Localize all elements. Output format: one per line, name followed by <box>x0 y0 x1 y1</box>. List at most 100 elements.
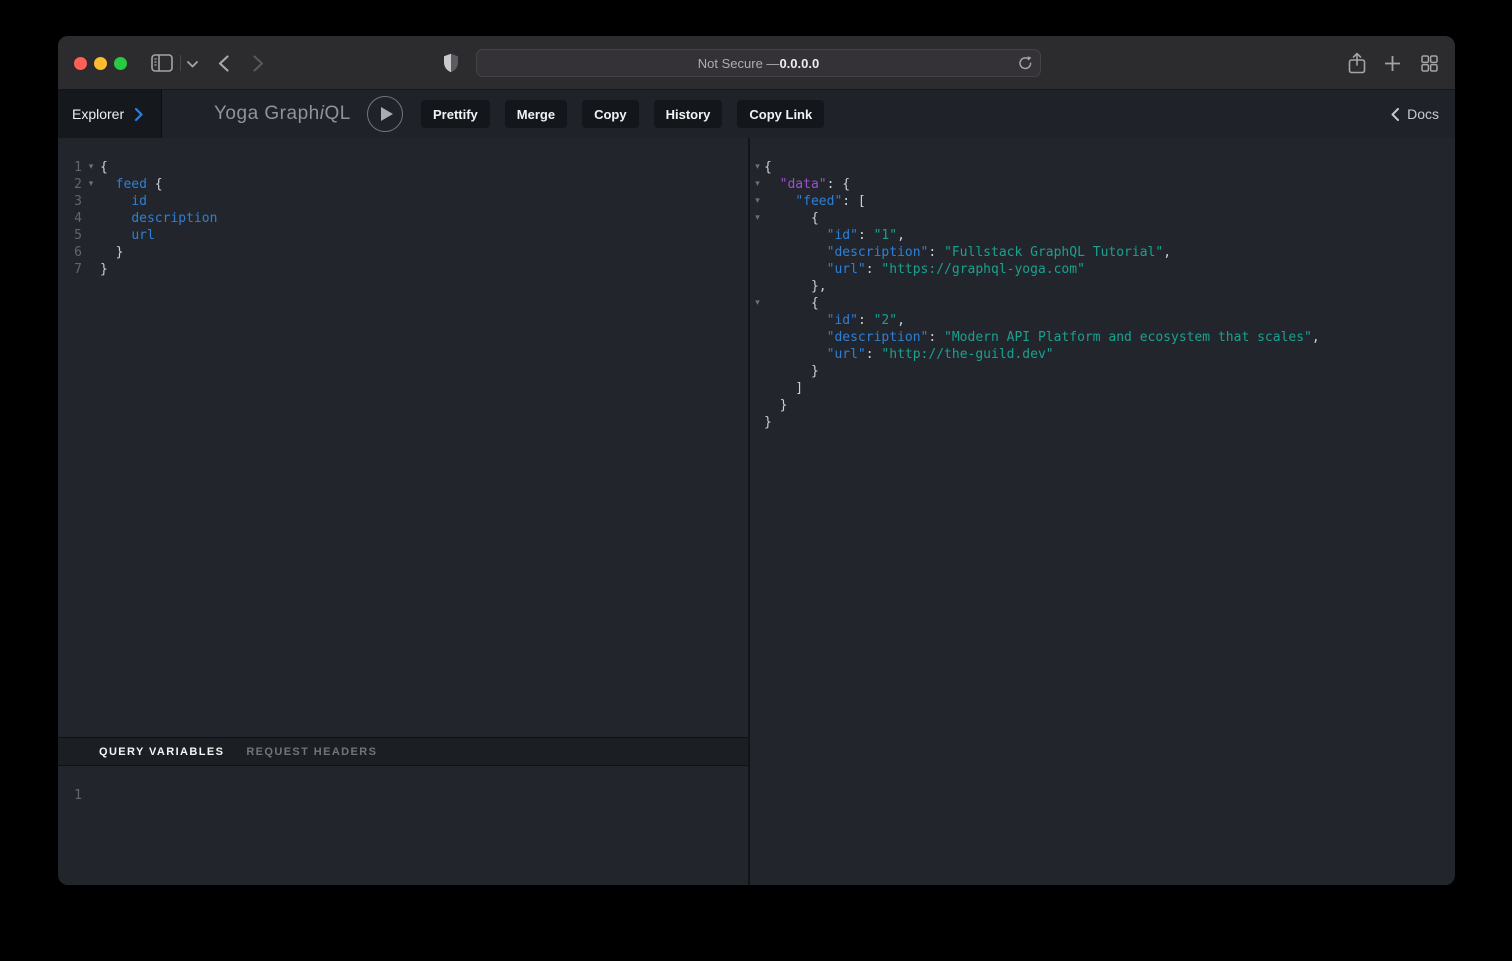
code-text: } <box>764 363 819 380</box>
docs-label: Docs <box>1407 106 1439 122</box>
docs-toggle-button[interactable]: Docs <box>1391 90 1439 138</box>
code-line: } <box>751 363 1455 380</box>
line-number: 2 <box>58 176 82 193</box>
code-text: } <box>764 397 787 414</box>
share-icon[interactable] <box>1348 52 1366 74</box>
merge-button[interactable]: Merge <box>505 100 567 128</box>
code-text: }, <box>764 278 827 295</box>
fold-gutter <box>751 363 764 380</box>
fold-arrow-icon[interactable]: ▾ <box>751 295 764 312</box>
new-tab-icon[interactable] <box>1385 56 1400 71</box>
code-line: }, <box>751 278 1455 295</box>
code-line: "description": "Fullstack GraphQL Tutori… <box>751 244 1455 261</box>
code-text: ] <box>764 380 803 397</box>
code-line: 1 <box>58 787 748 804</box>
fold-arrow-icon[interactable]: ▾ <box>751 193 764 210</box>
tab-query-variables[interactable]: QUERY VARIABLES <box>99 746 224 758</box>
code-line: ▾{ <box>751 159 1455 176</box>
fold-gutter <box>751 346 764 363</box>
code-line: 2▾ feed { <box>58 176 748 193</box>
fold-gutter <box>751 380 764 397</box>
line-number: 6 <box>58 244 82 261</box>
code-line: "description": "Modern API Platform and … <box>751 329 1455 346</box>
code-text: "id": "2", <box>764 312 905 329</box>
code-line: 5 url <box>58 227 748 244</box>
back-icon[interactable] <box>218 55 229 72</box>
copy-button[interactable]: Copy <box>582 100 639 128</box>
fold-arrow-icon[interactable]: ▾ <box>82 159 100 176</box>
forward-icon[interactable] <box>253 55 264 72</box>
fold-arrow-icon[interactable]: ▾ <box>751 176 764 193</box>
tab-overview-icon[interactable] <box>1421 55 1438 72</box>
shield-icon[interactable] <box>443 53 459 73</box>
code-text: { <box>764 210 819 227</box>
browser-chrome: Not Secure — 0.0.0.0 <box>58 36 1455 90</box>
reload-icon[interactable] <box>1018 55 1033 71</box>
fold-arrow-icon[interactable]: ▾ <box>751 210 764 227</box>
code-text: url <box>100 227 155 244</box>
code-line: ] <box>751 380 1455 397</box>
code-text: "url": "https://graphql-yoga.com" <box>764 261 1085 278</box>
execute-query-button[interactable] <box>367 96 403 132</box>
code-text: } <box>100 261 108 278</box>
desktop-background: Not Secure — 0.0.0.0 <box>0 0 1512 961</box>
fold-gutter <box>82 227 100 244</box>
logo-text: Yoga Graph <box>214 103 320 125</box>
code-text: description <box>100 210 217 227</box>
code-text: "feed": [ <box>764 193 866 210</box>
code-line: ▾ "feed": [ <box>751 193 1455 210</box>
browser-window: Not Secure — 0.0.0.0 <box>58 36 1455 885</box>
fold-gutter <box>751 397 764 414</box>
code-line: "url": "https://graphql-yoga.com" <box>751 261 1455 278</box>
code-text: } <box>100 244 123 261</box>
code-line: "url": "http://the-guild.dev" <box>751 346 1455 363</box>
fold-gutter <box>751 312 764 329</box>
graphiql-toolbar: Explorer Yoga GraphiQL Prettify Merge Co… <box>58 90 1455 138</box>
code-line: 4 description <box>58 210 748 227</box>
minimize-icon[interactable] <box>94 57 107 70</box>
fold-gutter <box>751 261 764 278</box>
response-viewer[interactable]: ▾{▾ "data": {▾ "feed": [▾ { "id": "1", "… <box>750 138 1455 885</box>
fold-gutter <box>751 329 764 346</box>
left-pane: 1▾{2▾ feed {3 id4 description5 url6 }7} … <box>58 138 748 885</box>
code-text: { <box>764 159 772 176</box>
fold-arrow-icon[interactable]: ▾ <box>751 159 764 176</box>
fold-gutter <box>82 210 100 227</box>
line-number: 4 <box>58 210 82 227</box>
fold-gutter <box>82 244 100 261</box>
close-icon[interactable] <box>74 57 87 70</box>
code-line: "id": "2", <box>751 312 1455 329</box>
main-area: 1▾{2▾ feed {3 id4 description5 url6 }7} … <box>58 138 1455 885</box>
tab-request-headers[interactable]: REQUEST HEADERS <box>246 746 377 758</box>
code-line: ▾ "data": { <box>751 176 1455 193</box>
explorer-chevron-icon <box>135 108 143 121</box>
history-button[interactable]: History <box>654 100 723 128</box>
code-text: "description": "Modern API Platform and … <box>764 329 1320 346</box>
code-text: "data": { <box>764 176 850 193</box>
app-logo: Yoga GraphiQL <box>214 90 351 138</box>
url-bar[interactable]: Not Secure — 0.0.0.0 <box>476 49 1041 77</box>
url-security-label: Not Secure — <box>698 56 780 71</box>
right-pane: ▾{▾ "data": {▾ "feed": [▾ { "id": "1", "… <box>750 138 1455 885</box>
copy-link-button[interactable]: Copy Link <box>737 100 824 128</box>
chevron-down-icon[interactable] <box>187 61 198 68</box>
code-line: 1▾{ <box>58 159 748 176</box>
prettify-button[interactable]: Prettify <box>421 100 490 128</box>
code-text: } <box>764 414 772 431</box>
code-line: 7} <box>58 261 748 278</box>
code-text: "url": "http://the-guild.dev" <box>764 346 1054 363</box>
code-text: "id": "1", <box>764 227 905 244</box>
code-text: "description": "Fullstack GraphQL Tutori… <box>764 244 1171 261</box>
fold-arrow-icon[interactable]: ▾ <box>82 176 100 193</box>
fold-gutter <box>751 227 764 244</box>
query-variables-editor[interactable]: 1 <box>58 766 748 885</box>
sidebar-toggle-icon[interactable] <box>151 54 173 72</box>
zoom-icon[interactable] <box>114 57 127 70</box>
bottom-panel-tabs: QUERY VARIABLES REQUEST HEADERS <box>58 737 748 766</box>
query-editor[interactable]: 1▾{2▾ feed {3 id4 description5 url6 }7} <box>58 138 748 737</box>
fold-gutter <box>82 787 100 804</box>
line-number: 7 <box>58 261 82 278</box>
line-number: 1 <box>58 787 82 804</box>
code-text: feed { <box>100 176 163 193</box>
explorer-toggle-button[interactable]: Explorer <box>58 90 162 138</box>
